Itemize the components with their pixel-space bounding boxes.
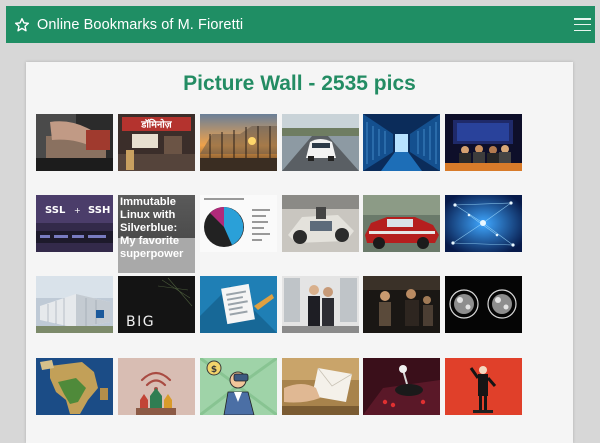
thumbnail-statue-red[interactable] [445,358,522,415]
big-label: BIG [126,314,155,330]
text-bookmark-silverblue[interactable]: Immutable Linux with Silverblue: My favo… [118,195,195,273]
picture-wall-card: Picture Wall - 2535 pics डॉमिनोज़ SSL + SS… [26,62,573,443]
ssh-label: SSH [88,205,110,216]
thumbnail-storefront-sign[interactable]: डॉमिनोज़ [118,114,195,171]
thumbnail-neural-network[interactable] [445,195,522,252]
thumbnail-modular-building[interactable] [36,276,113,333]
svg-text:$: $ [211,365,217,375]
thumbnail-pie-chart-slide[interactable] [200,195,277,252]
thumbnail-greenhouse-sunset[interactable] [200,114,277,171]
star-outline-icon[interactable] [14,17,30,33]
thumbnail-document-illustration[interactable] [200,276,277,333]
thumbnail-big-poster[interactable]: BIG [118,276,195,333]
hamburger-menu-icon[interactable] [574,18,591,31]
thumbnail-hand-envelope[interactable] [282,358,359,415]
thumbnail-brain-scans[interactable] [445,276,522,333]
thumbnail-red-classic-car[interactable] [363,195,440,252]
thumbnail-electric-car[interactable] [282,114,359,171]
page-title: Picture Wall - 2535 pics [183,72,416,95]
thumbnail-data-center[interactable] [363,114,440,171]
thumbnail-joystick[interactable] [363,358,440,415]
thumbnail-car-chassis[interactable] [282,195,359,252]
thumbnail-dark-room-people[interactable] [363,276,440,333]
ssl-label: SSL [45,205,66,216]
app-header: Online Bookmarks of M. Fioretti [6,6,595,43]
thumbnail-ssl-vs-ssh[interactable]: SSL + SSH [36,195,113,252]
thumbnail-africa-map[interactable] [36,358,113,415]
storefront-sign-label: डॉमिनोज़ [140,119,172,131]
thumbnail-repair-hands[interactable] [36,114,113,171]
app-title[interactable]: Online Bookmarks of M. Fioretti [37,17,243,33]
thumbnail-people-by-window[interactable] [282,276,359,333]
thumbnail-binoculars-cartoon[interactable]: $ [200,358,277,415]
thumbnail-conference-stage[interactable] [445,114,522,171]
bookmark-caption: Immutable Linux with Silverblue: My favo… [120,196,184,260]
svg-text:+: + [74,206,81,215]
thumbnail-kremlin-wifi[interactable] [118,358,195,415]
